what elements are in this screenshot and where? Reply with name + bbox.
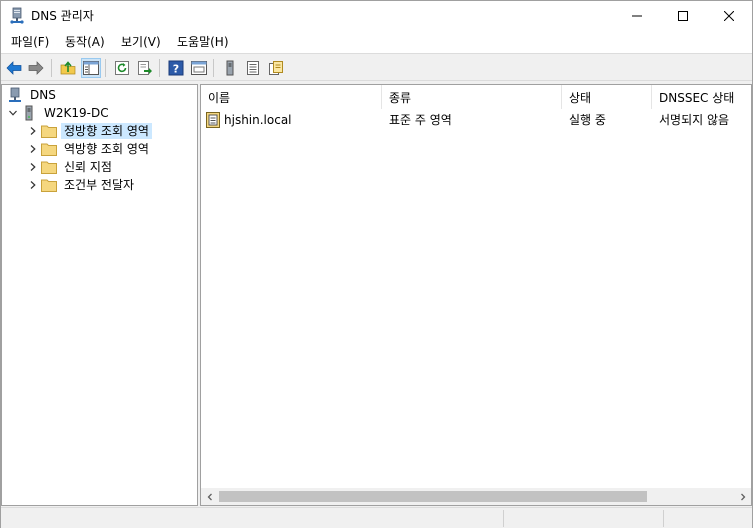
zone-icon	[206, 112, 220, 131]
toolbar-separator	[159, 59, 160, 77]
scrollbar-thumb[interactable]	[219, 491, 647, 502]
folder-icon	[40, 123, 58, 139]
menu-help[interactable]: 도움말(H)	[177, 34, 229, 50]
column-header-name[interactable]: 이름	[201, 85, 382, 109]
horizontal-scrollbar[interactable]	[201, 488, 751, 505]
chevron-right-icon[interactable]	[26, 160, 40, 174]
help-icon: ?	[168, 60, 184, 76]
toolbar-separator	[51, 59, 52, 77]
export-list-icon	[138, 61, 152, 75]
status-segment	[503, 510, 663, 527]
chevron-right-icon[interactable]	[26, 142, 40, 156]
back-button[interactable]	[4, 58, 24, 78]
toolbar-separator	[105, 59, 106, 77]
folder-icon	[40, 159, 58, 175]
server-button[interactable]	[220, 58, 240, 78]
folder-icon	[40, 177, 58, 193]
show-hide-tree-button[interactable]	[81, 58, 101, 78]
svg-text:?: ?	[173, 63, 179, 76]
export-list-button[interactable]	[135, 58, 155, 78]
close-button[interactable]	[706, 1, 752, 31]
scroll-right-icon[interactable]	[734, 488, 751, 505]
refresh-icon	[115, 61, 129, 75]
toolbar-separator	[213, 59, 214, 77]
dns-icon	[6, 87, 24, 103]
properties-button[interactable]	[266, 58, 286, 78]
forward-button[interactable]	[26, 58, 46, 78]
menu-bar: 파일(F) 동작(A) 보기(V) 도움말(H)	[1, 31, 752, 53]
menu-action[interactable]: 동작(A)	[65, 34, 105, 50]
zone-dnssec-status: 서명되지 않음	[659, 113, 730, 127]
show-hide-tree-icon	[83, 61, 99, 75]
maximize-icon	[678, 11, 688, 21]
dns-app-icon	[9, 7, 25, 25]
maximize-button[interactable]	[660, 1, 706, 31]
tree-item-conditional-forwarders[interactable]: 조건부 전달자	[26, 176, 137, 194]
console-tree: DNS W2K19-DC 정방향 조회 영역 역방향 조회 영역 신뢰 지점 조…	[1, 84, 198, 506]
dns-manager-window: DNS 관리자 파일(F) 동작(A) 보기(V) 도움말(H) ? DNS W…	[0, 0, 753, 528]
folder-icon	[40, 141, 58, 157]
tree-item-forward-lookup-zones[interactable]: 정방향 조회 영역	[26, 122, 152, 140]
back-icon	[6, 61, 22, 75]
results-list: 이름 종류 상태 DNSSEC 상태 hjshin.local 표준 주 영역 …	[200, 84, 752, 506]
tree-item-dns-root[interactable]: DNS	[6, 86, 59, 104]
tree-item-label: 조건부 전달자	[64, 178, 135, 192]
help-button[interactable]: ?	[166, 58, 186, 78]
properties-icon	[269, 61, 283, 75]
zone-type: 표준 주 영역	[389, 113, 452, 127]
list-view-icon	[247, 61, 259, 75]
status-segment	[663, 510, 751, 527]
zone-name: hjshin.local	[224, 113, 292, 127]
table-row[interactable]: hjshin.local 표준 주 영역 실행 중 서명되지 않음	[201, 110, 751, 131]
scroll-left-icon[interactable]	[201, 488, 218, 505]
refresh-button[interactable]	[112, 58, 132, 78]
tree-item-reverse-lookup-zones[interactable]: 역방향 조회 영역	[26, 140, 152, 158]
forward-icon	[28, 61, 44, 75]
tree-item-label: 역방향 조회 영역	[64, 142, 149, 156]
tree-item-label: 신뢰 지점	[64, 160, 112, 174]
window-title: DNS 관리자	[31, 9, 94, 23]
up-one-level-button[interactable]	[58, 58, 78, 78]
minimize-icon	[632, 15, 642, 17]
tree-item-label: DNS	[30, 88, 56, 102]
column-header-status[interactable]: 상태	[562, 85, 652, 109]
zone-status: 실행 중	[569, 113, 606, 127]
console-view-icon	[191, 61, 207, 75]
column-header-type[interactable]: 종류	[382, 85, 562, 109]
tree-item-server[interactable]: W2K19-DC	[6, 104, 112, 122]
tree-item-trust-points[interactable]: 신뢰 지점	[26, 158, 115, 176]
server-icon	[226, 60, 234, 76]
minimize-button[interactable]	[614, 1, 660, 31]
close-icon	[724, 11, 734, 21]
chevron-right-icon[interactable]	[26, 124, 40, 138]
title-bar: DNS 관리자	[1, 1, 752, 31]
tree-item-label: W2K19-DC	[44, 106, 109, 120]
chevron-down-icon[interactable]	[6, 106, 20, 120]
server-icon	[20, 105, 38, 121]
console-view-button[interactable]	[189, 58, 209, 78]
menu-view[interactable]: 보기(V)	[121, 34, 161, 50]
status-bar	[1, 507, 752, 528]
column-header-dnssec[interactable]: DNSSEC 상태	[652, 85, 751, 109]
up-folder-icon	[60, 61, 76, 75]
toolbar: ?	[1, 53, 752, 81]
chevron-right-icon[interactable]	[26, 178, 40, 192]
menu-file[interactable]: 파일(F)	[11, 34, 49, 50]
list-view-button[interactable]	[243, 58, 263, 78]
tree-item-label: 정방향 조회 영역	[61, 123, 152, 139]
